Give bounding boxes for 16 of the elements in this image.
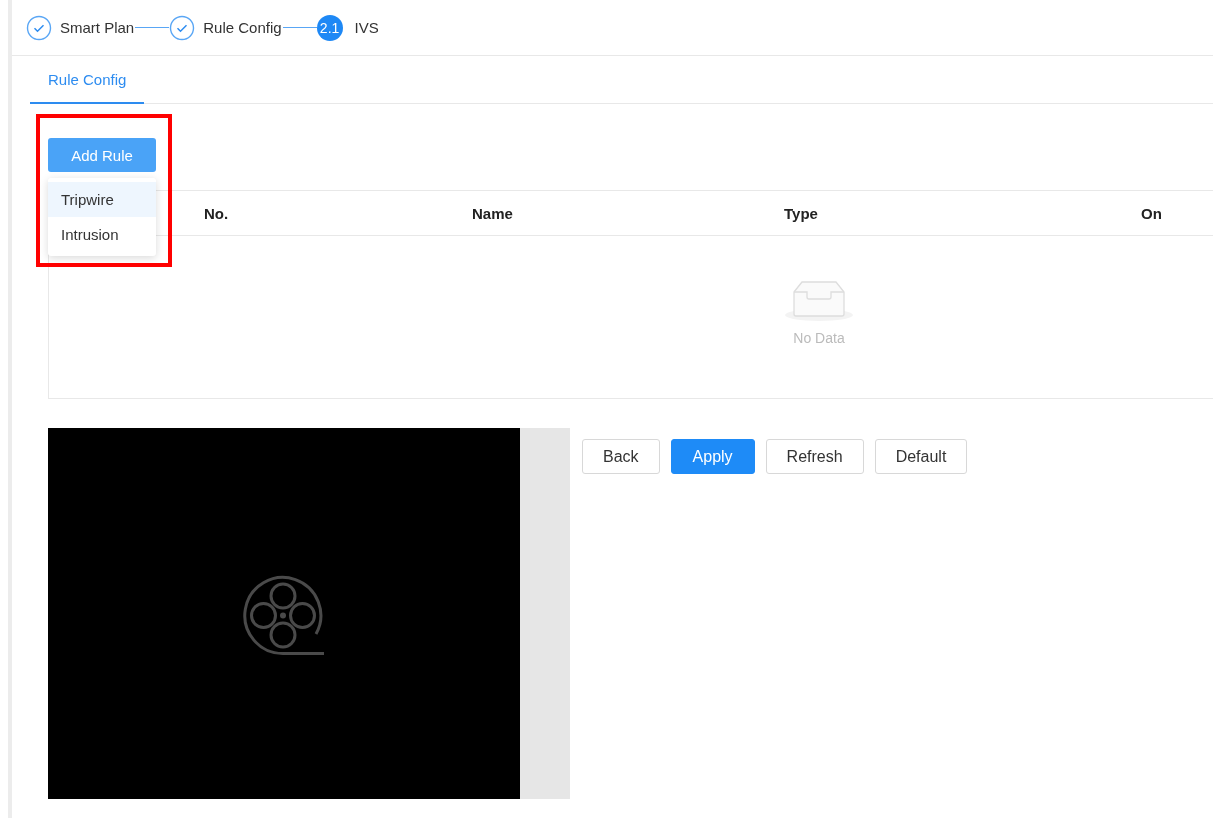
step-number: 2.1 bbox=[316, 14, 343, 41]
column-header: Type bbox=[784, 204, 819, 222]
step-label: Rule Config bbox=[203, 19, 282, 36]
action-button[interactable]: Refresh bbox=[765, 439, 864, 474]
step-label: Smart Plan bbox=[60, 19, 135, 36]
empty-message: No Data bbox=[793, 330, 845, 346]
action-button[interactable]: Default bbox=[874, 439, 968, 474]
column-header: No. bbox=[204, 204, 230, 222]
column-header: On bbox=[1141, 204, 1163, 222]
column-header: Name bbox=[472, 204, 514, 222]
check-circle-icon bbox=[26, 14, 52, 41]
action-button[interactable]: Back bbox=[582, 439, 660, 474]
menu-item[interactable]: Tripwire bbox=[48, 182, 156, 217]
menu-item[interactable]: Intrusion bbox=[48, 217, 156, 252]
empty-inbox-icon bbox=[784, 278, 854, 322]
step-label: IVS bbox=[354, 19, 379, 36]
